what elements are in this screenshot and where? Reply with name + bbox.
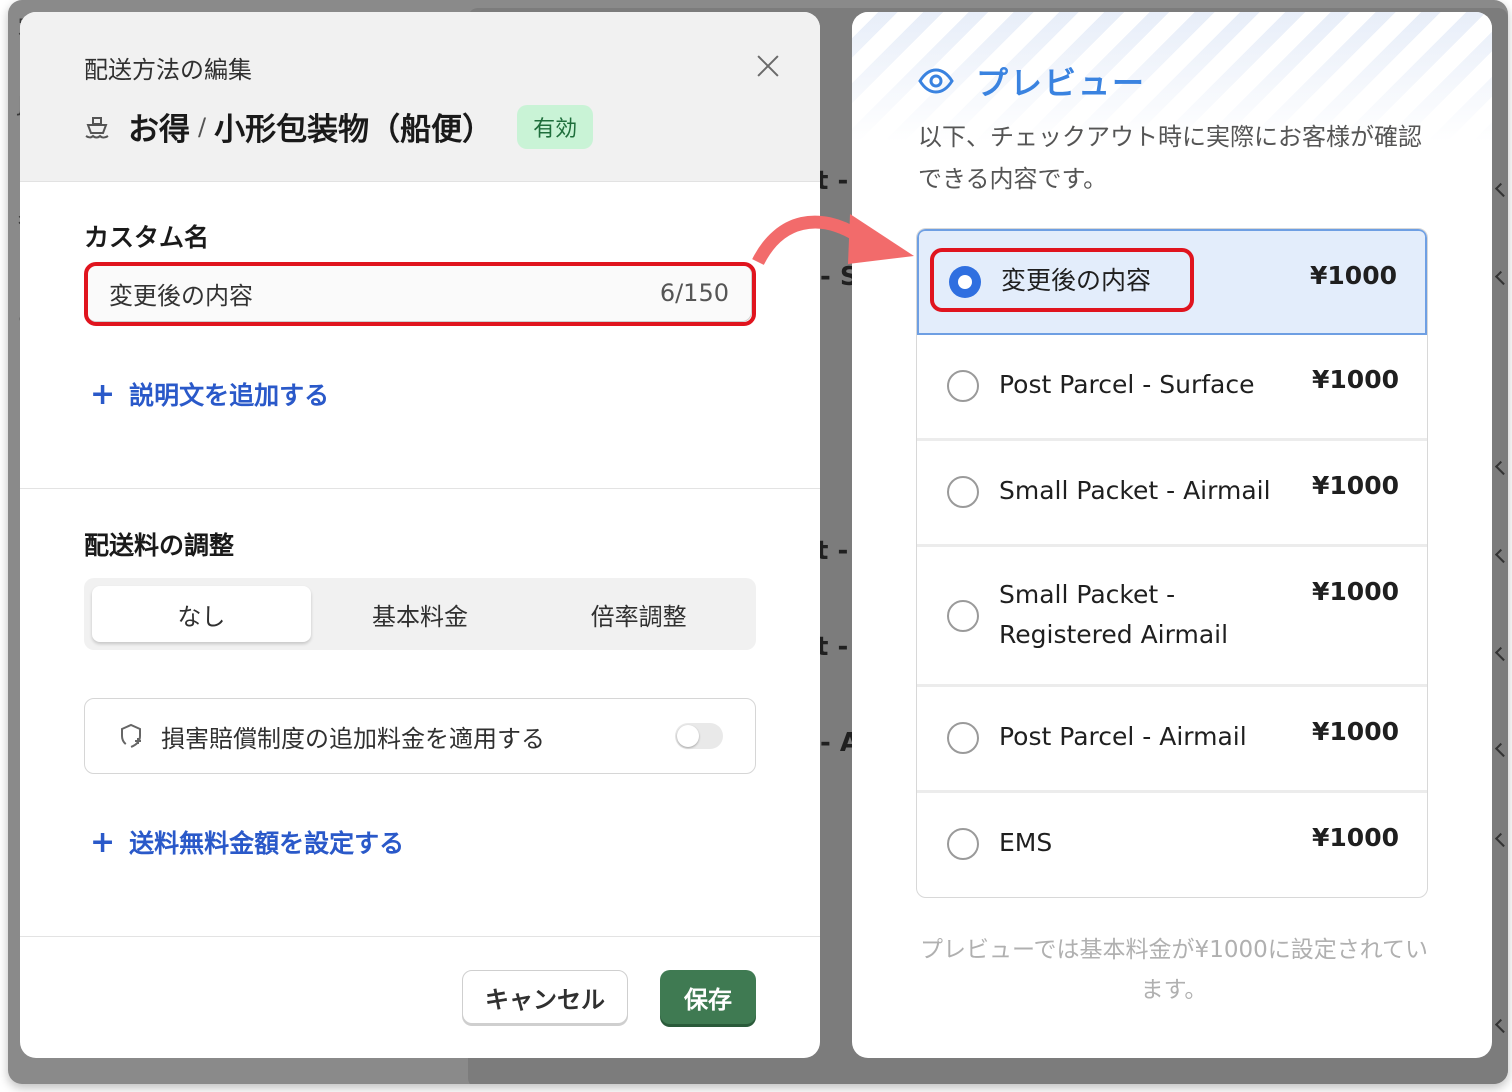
status-badge: 有効 (517, 104, 594, 149)
highlight-box (84, 262, 756, 326)
ship-icon (85, 116, 109, 138)
rate-price: ¥1000 (1312, 365, 1399, 394)
modal-subtitle: 配送方法の編集 (84, 56, 252, 84)
divider (20, 488, 820, 489)
rate-price: ¥1000 (1310, 261, 1397, 290)
rate-name: Post Parcel - Airmail (999, 722, 1247, 751)
modal-title: お得 / 小形包装物（船便） 有効 (84, 104, 594, 149)
rate-option[interactable]: Post Parcel - Airmail ¥1000 (917, 687, 1427, 793)
edit-shipping-method-modal: 配送方法の編集 お得 / 小形包装物（船便） 有効 カスタム名 変更後の内容 6… (20, 12, 820, 1058)
radio-icon[interactable] (947, 600, 979, 632)
insurance-toggle-label: 損害賠償制度の追加料金を適用する (161, 724, 545, 753)
background-text: t - (816, 536, 849, 566)
add-description-link[interactable]: + 説明文を追加する (90, 376, 329, 412)
background-text: t - (816, 166, 849, 196)
rate-name: Post Parcel - Surface (999, 370, 1255, 399)
segment-none[interactable]: なし (92, 586, 311, 642)
shipping-rate-list: 変更後の内容 ¥1000 Post Parcel - Surface ¥1000… (916, 228, 1428, 898)
rate-name-line: Small Packet - (999, 580, 1176, 609)
rate-price: ¥1000 (1312, 823, 1399, 852)
title-prefix: お得 (128, 112, 190, 148)
preview-panel: プレビュー 以下、チェックアウト時に実際にお客様が確認できる内容です。 変更後の… (852, 12, 1492, 1058)
eye-icon (918, 68, 954, 94)
save-button[interactable]: 保存 (660, 970, 756, 1024)
rate-name: Small Packet - Airmail (999, 476, 1271, 505)
plus-icon: + (90, 824, 116, 860)
segment-multiplier[interactable]: 倍率調整 (529, 586, 748, 642)
segment-base-fee[interactable]: 基本料金 (311, 586, 530, 642)
preview-title: プレビュー (918, 58, 1146, 104)
title-separator: / (198, 112, 207, 141)
plus-icon: + (90, 376, 116, 412)
free-shipping-link[interactable]: + 送料無料金額を設定する (90, 824, 404, 860)
annotation-arrow-icon (752, 214, 914, 266)
highlight-box (930, 248, 1194, 312)
radio-icon[interactable] (947, 828, 979, 860)
insurance-toggle-row: 損害賠償制度の追加料金を適用する (84, 698, 756, 774)
rate-option[interactable]: EMS ¥1000 (917, 793, 1427, 897)
background-text: t - (816, 632, 849, 662)
rate-option[interactable]: Post Parcel - Surface ¥1000 (917, 335, 1427, 441)
radio-icon[interactable] (947, 722, 979, 754)
insurance-toggle[interactable] (675, 723, 723, 749)
rate-option[interactable]: Small Packet - Airmail ¥1000 (917, 441, 1427, 547)
radio-icon[interactable] (947, 370, 979, 402)
close-icon[interactable] (752, 50, 784, 82)
cancel-button[interactable]: キャンセル (462, 970, 628, 1024)
rate-option[interactable]: Small Packet - Registered Airmail ¥1000 (917, 547, 1427, 687)
preview-note: プレビューでは基本料金が¥1000に設定されています。 (919, 937, 1429, 1003)
rate-name: EMS (999, 828, 1053, 857)
modal-header: 配送方法の編集 お得 / 小形包装物（船便） 有効 (20, 12, 820, 182)
rate-price: ¥1000 (1312, 577, 1399, 606)
shipping-fee-label: 配送料の調整 (84, 531, 235, 560)
rate-name: Small Packet - Registered Airmail (999, 575, 1228, 655)
footer-divider (20, 936, 820, 937)
preview-title-text: プレビュー (976, 64, 1147, 102)
custom-name-label: カスタム名 (84, 223, 210, 252)
add-description-label: 説明文を追加する (129, 381, 330, 410)
preview-description: 以下、チェックアウト時に実際にお客様が確認できる内容です。 (918, 123, 1422, 193)
radio-icon[interactable] (947, 476, 979, 508)
free-shipping-label: 送料無料金額を設定する (129, 829, 405, 858)
shield-icon (121, 723, 141, 749)
rate-name-line: Registered Airmail (999, 620, 1229, 649)
fee-adjustment-segmented-control: なし 基本料金 倍率調整 (84, 578, 756, 650)
rate-price: ¥1000 (1312, 717, 1399, 746)
rate-price: ¥1000 (1312, 471, 1399, 500)
title-main: 小形包装物（船便） (214, 112, 494, 148)
